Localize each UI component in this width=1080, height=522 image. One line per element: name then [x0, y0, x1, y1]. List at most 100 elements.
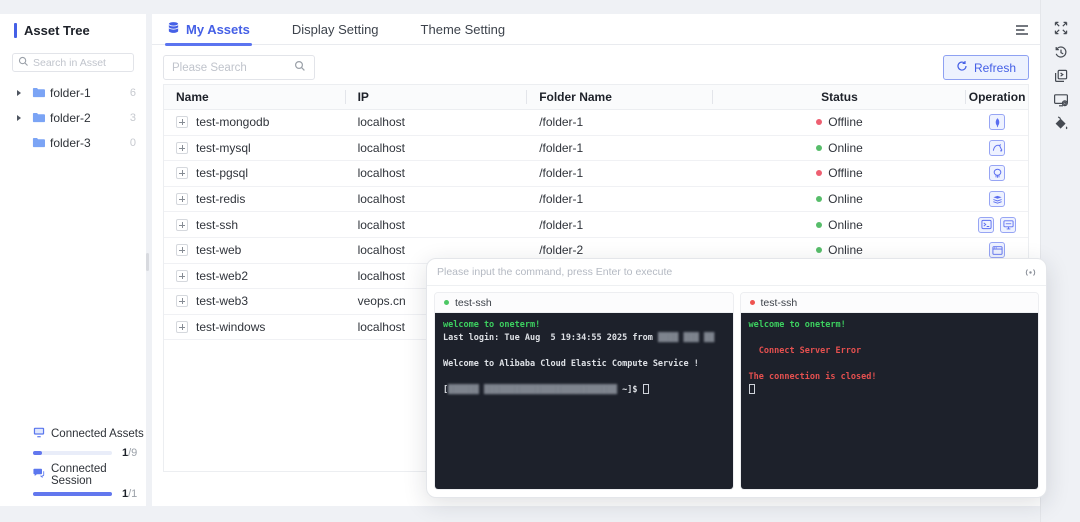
session-status-dot: [444, 300, 449, 305]
terminal-line: welcome to oneterm!: [443, 319, 725, 332]
expand-caret-icon[interactable]: [17, 115, 21, 121]
table-row-test-mongodb[interactable]: test-mongodblocalhost/folder-1Offline: [164, 110, 1028, 136]
row-expand-icon[interactable]: [176, 244, 188, 256]
asset-ip: localhost: [346, 187, 528, 212]
asset-search-input[interactable]: [33, 57, 128, 69]
terminal-line: [██████ ██████████████████████████ ~]$: [443, 384, 725, 397]
asset-name: test-ssh: [196, 218, 238, 232]
column-header-ip: IP: [346, 85, 528, 109]
asset-ip: localhost: [346, 110, 528, 135]
sidebar-resize-handle[interactable]: [146, 253, 149, 271]
table-search-box[interactable]: [163, 55, 315, 80]
pane-header: test-ssh: [435, 293, 733, 313]
tree-item-folder-2[interactable]: folder-23: [0, 105, 146, 130]
session-title: test-ssh: [455, 297, 492, 309]
row-expand-icon[interactable]: [176, 167, 188, 179]
asset-operations: [966, 136, 1028, 161]
mysql-connect-icon[interactable]: [989, 140, 1005, 156]
terminal-overlay: test-ssh welcome to oneterm!Last login: T…: [426, 258, 1047, 498]
tab-my-assets[interactable]: My Assets: [167, 14, 250, 45]
mongodb-connect-icon[interactable]: [989, 114, 1005, 130]
row-expand-icon[interactable]: [176, 295, 188, 307]
tab-display-setting[interactable]: Display Setting: [292, 14, 379, 45]
status-dot: [816, 170, 822, 176]
table-row-test-pgsql[interactable]: test-pgsqllocalhost/folder-1Offline: [164, 161, 1028, 187]
asset-folder: /folder-1: [527, 136, 713, 161]
fullscreen-icon[interactable]: [1053, 20, 1069, 36]
row-expand-icon[interactable]: [176, 193, 188, 205]
terminal-screen[interactable]: welcome to oneterm!Last login: Tue Aug 5…: [435, 313, 733, 489]
tab-label: Theme Setting: [421, 22, 506, 37]
asset-ip: localhost: [346, 212, 528, 237]
asset-folder: /folder-1: [527, 161, 713, 186]
asset-name: test-web3: [196, 294, 248, 308]
broadcast-icon[interactable]: [1023, 265, 1038, 280]
command-input[interactable]: [437, 266, 1023, 278]
row-expand-icon[interactable]: [176, 321, 188, 333]
tab-label: Display Setting: [292, 22, 379, 37]
stat-progress-row: 1/1: [0, 488, 146, 500]
refresh-button[interactable]: Refresh: [943, 55, 1029, 80]
terminal-cursor: [643, 384, 649, 394]
asset-operations: [966, 110, 1028, 135]
terminal-line: [749, 384, 1031, 397]
terminal-pane-right: test-ssh welcome to oneterm! Connect Serv…: [740, 292, 1040, 490]
asset-tree-header: Asset Tree: [0, 14, 146, 38]
tab-theme-setting[interactable]: Theme Setting: [421, 14, 506, 45]
search-icon: [294, 59, 306, 77]
table-row-test-ssh[interactable]: test-sshlocalhost/folder-1Online: [164, 212, 1028, 238]
asset-search-box[interactable]: [12, 53, 134, 72]
tree-item-folder-3[interactable]: folder-30: [0, 130, 146, 155]
theme-icon[interactable]: [1053, 116, 1069, 132]
asset-operations: [966, 161, 1028, 186]
asset-status: Online: [713, 187, 966, 212]
search-icon: [18, 54, 29, 72]
progress-fill: [33, 492, 112, 496]
terminal-cursor: [749, 384, 755, 394]
folder-icon: [32, 86, 45, 99]
remote-desktop-connect-icon[interactable]: [1000, 217, 1016, 233]
expand-caret-icon[interactable]: [17, 90, 21, 96]
table-row-test-mysql[interactable]: test-mysqllocalhost/folder-1Online: [164, 136, 1028, 162]
status-dot: [816, 145, 822, 151]
table-search-input[interactable]: [172, 62, 294, 74]
display-settings-icon[interactable]: [1053, 92, 1069, 108]
history-icon[interactable]: [1053, 44, 1069, 60]
progress-track: [33, 492, 112, 496]
my-assets-icon: [167, 21, 180, 37]
tab-bar: My Assets Display Setting Theme Setting: [152, 14, 1040, 45]
table-header: NameIPFolder NameStatusOperation: [164, 85, 1028, 110]
terminal-pane-left: test-ssh welcome to oneterm!Last login: T…: [434, 292, 734, 490]
row-expand-icon[interactable]: [176, 142, 188, 154]
redis-connect-icon[interactable]: [989, 191, 1005, 207]
status-label: Offline: [828, 115, 862, 129]
sessions-icon[interactable]: [1053, 68, 1069, 84]
terminal-connect-icon[interactable]: [978, 217, 994, 233]
asset-tree-panel: Asset Tree folder-16folder-23folder-30 C…: [0, 14, 146, 506]
browser-connect-icon[interactable]: [989, 242, 1005, 258]
pane-header: test-ssh: [741, 293, 1039, 313]
pgsql-connect-icon[interactable]: [989, 165, 1005, 181]
row-expand-icon[interactable]: [176, 116, 188, 128]
row-expand-icon[interactable]: [176, 219, 188, 231]
progress-track: [33, 451, 112, 455]
asset-operations: [966, 212, 1028, 237]
session-status-dot: [750, 300, 755, 305]
asset-tree-title: Asset Tree: [24, 23, 90, 38]
asset-name: test-windows: [196, 320, 265, 334]
status-label: Offline: [828, 166, 862, 180]
session-title: test-ssh: [761, 297, 798, 309]
column-header-status: Status: [713, 85, 966, 109]
stat-label: Connected Session: [51, 463, 146, 487]
tree-item-count: 3: [130, 112, 136, 124]
terminal-line: welcome to oneterm!: [749, 319, 1031, 332]
terminal-line: Welcome to Alibaba Cloud Elastic Compute…: [443, 358, 725, 371]
terminal-line: The connection is closed!: [749, 371, 1031, 384]
list-settings-icon[interactable]: [1014, 22, 1030, 38]
terminal-line: [749, 332, 1031, 345]
row-expand-icon[interactable]: [176, 270, 188, 282]
terminal-line: Connect Server Error: [749, 345, 1031, 358]
tree-item-folder-1[interactable]: folder-16: [0, 80, 146, 105]
terminal-screen[interactable]: welcome to oneterm! Connect Server Error…: [741, 313, 1039, 489]
table-row-test-redis[interactable]: test-redislocalhost/folder-1Online: [164, 187, 1028, 213]
